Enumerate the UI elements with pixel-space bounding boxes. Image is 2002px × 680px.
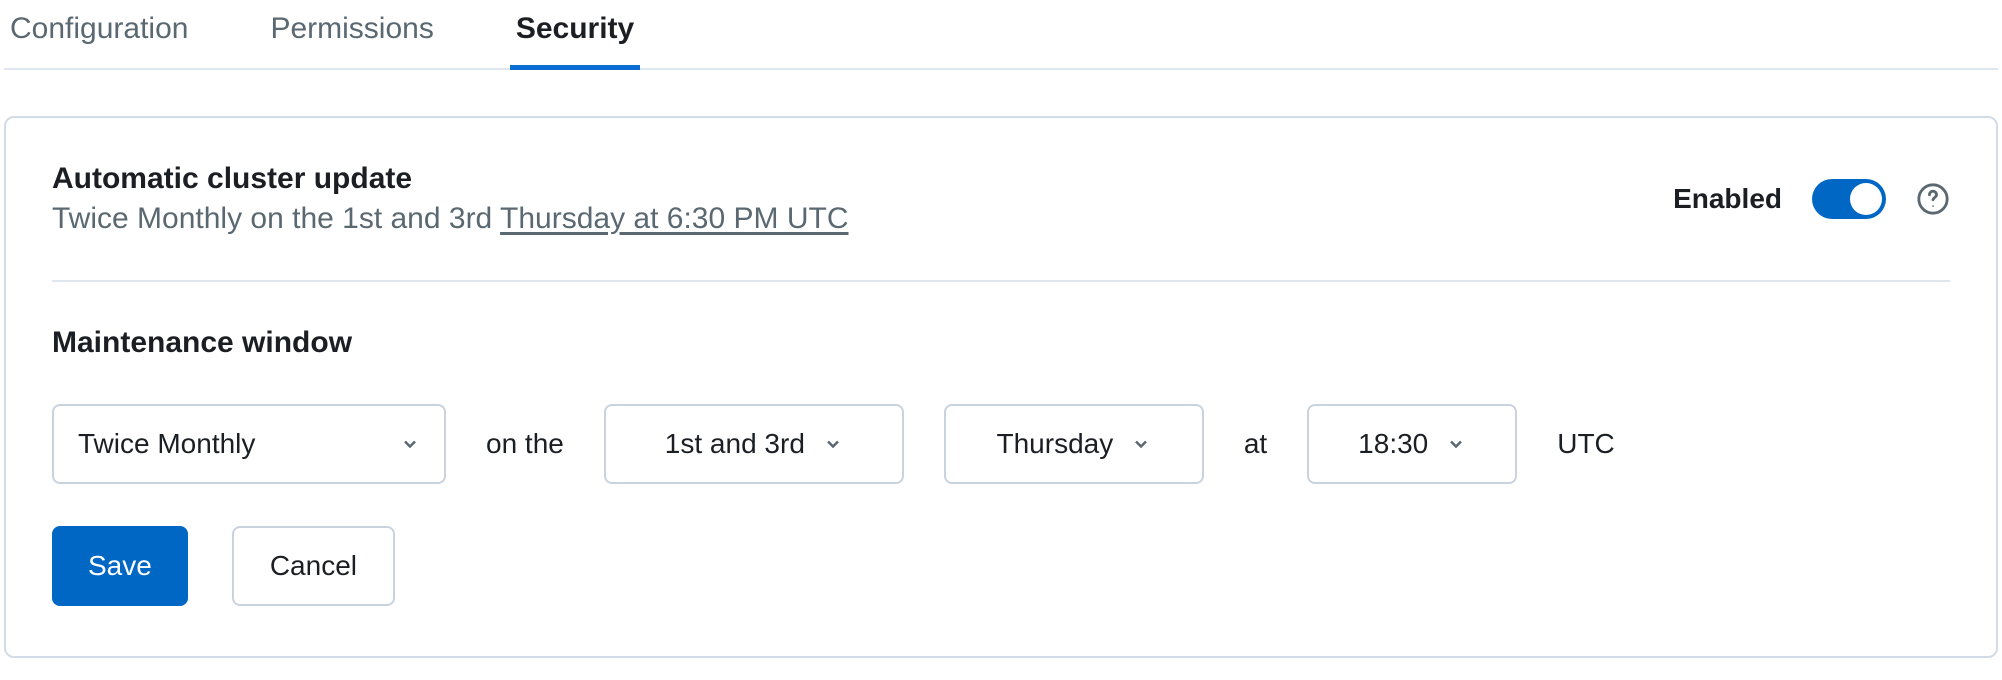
chevron-down-icon bbox=[1446, 434, 1466, 454]
cancel-button[interactable]: Cancel bbox=[232, 526, 395, 606]
day-value: Thursday bbox=[997, 428, 1114, 460]
action-buttons: Save Cancel bbox=[52, 526, 1950, 606]
auto-update-title: Automatic cluster update bbox=[52, 162, 849, 196]
help-icon[interactable] bbox=[1916, 182, 1950, 216]
tab-permissions[interactable]: Permissions bbox=[264, 6, 439, 68]
maintenance-window-title: Maintenance window bbox=[52, 326, 1950, 360]
auto-update-schedule-link[interactable]: Thursday at 6:30 PM UTC bbox=[500, 202, 848, 235]
security-panel: Automatic cluster update Twice Monthly o… bbox=[4, 116, 1998, 658]
tab-security[interactable]: Security bbox=[510, 6, 640, 68]
label-on-the: on the bbox=[486, 428, 564, 460]
auto-update-controls: Enabled bbox=[1673, 179, 1950, 219]
label-utc: UTC bbox=[1557, 428, 1615, 460]
save-button[interactable]: Save bbox=[52, 526, 188, 606]
auto-update-subtitle-prefix: Twice Monthly on the 1st and 3rd bbox=[52, 202, 500, 235]
label-at: at bbox=[1244, 428, 1267, 460]
auto-update-heading: Automatic cluster update Twice Monthly o… bbox=[52, 162, 849, 236]
chevron-down-icon bbox=[823, 434, 843, 454]
ordinal-value: 1st and 3rd bbox=[665, 428, 805, 460]
auto-update-header: Automatic cluster update Twice Monthly o… bbox=[52, 162, 1950, 236]
divider bbox=[52, 280, 1950, 282]
time-select[interactable]: 18:30 bbox=[1307, 404, 1517, 484]
enabled-label: Enabled bbox=[1673, 183, 1782, 215]
auto-update-subtitle: Twice Monthly on the 1st and 3rd Thursda… bbox=[52, 202, 849, 236]
chevron-down-icon bbox=[400, 434, 420, 454]
time-value: 18:30 bbox=[1358, 428, 1428, 460]
enabled-toggle[interactable] bbox=[1812, 179, 1886, 219]
day-select[interactable]: Thursday bbox=[944, 404, 1204, 484]
chevron-down-icon bbox=[1131, 434, 1151, 454]
tabs-bar: Configuration Permissions Security bbox=[4, 0, 1998, 70]
page-root: Configuration Permissions Security Autom… bbox=[0, 0, 2002, 658]
frequency-select[interactable]: Twice Monthly bbox=[52, 404, 446, 484]
frequency-value: Twice Monthly bbox=[78, 428, 255, 460]
ordinal-select[interactable]: 1st and 3rd bbox=[604, 404, 904, 484]
tab-configuration[interactable]: Configuration bbox=[4, 6, 194, 68]
maintenance-controls: Twice Monthly on the 1st and 3rd Thursda… bbox=[52, 404, 1950, 484]
toggle-knob bbox=[1850, 183, 1882, 215]
